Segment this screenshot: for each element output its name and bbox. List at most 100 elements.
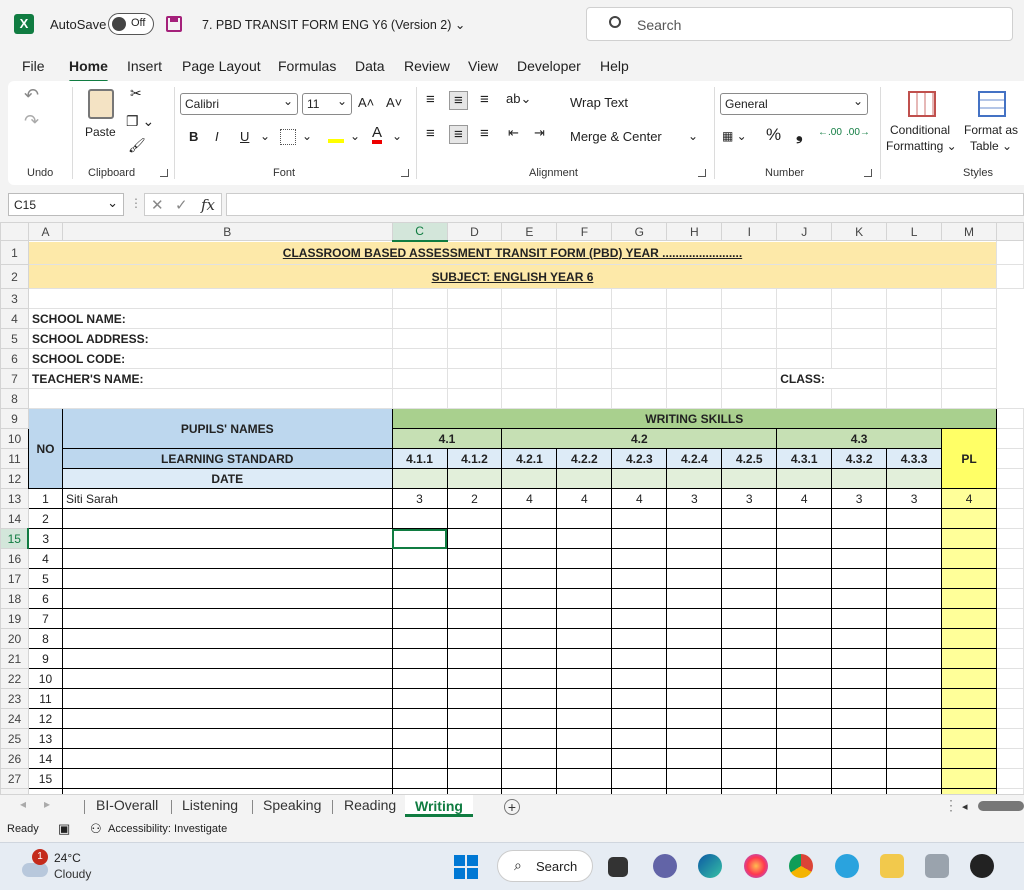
no-header[interactable]: NO <box>27 408 63 489</box>
score-cell[interactable] <box>776 548 833 569</box>
score-cell[interactable] <box>556 548 613 569</box>
pupil-name[interactable] <box>61 668 393 689</box>
score-cell[interactable] <box>391 628 448 649</box>
score-cell[interactable] <box>501 748 558 769</box>
pupil-no[interactable]: 11 <box>27 688 63 709</box>
accounting-format-icon[interactable]: ▦ ⌄ <box>722 129 747 143</box>
accessibility-icon[interactable]: ⚇ <box>90 821 102 837</box>
align-top-icon[interactable]: ≡ <box>426 91 435 108</box>
score-cell[interactable] <box>391 688 448 709</box>
format-as-table-icon[interactable] <box>978 91 1006 117</box>
teams-icon[interactable] <box>653 854 677 878</box>
score-cell[interactable] <box>611 708 668 729</box>
menu-help[interactable]: Help <box>600 58 629 74</box>
score-cell[interactable] <box>721 588 778 609</box>
col-header-c[interactable]: C <box>391 222 448 242</box>
school-name-label[interactable]: SCHOOL NAME: <box>27 308 393 329</box>
score-cell[interactable] <box>886 568 943 589</box>
standard-header[interactable]: 4.3.1 <box>776 448 833 469</box>
score-cell[interactable] <box>666 568 723 589</box>
tab-bi-overall[interactable]: BI-Overall <box>96 797 158 813</box>
score-cell[interactable] <box>391 548 448 569</box>
pupils-names-header[interactable]: PUPILS' NAMES <box>61 408 393 449</box>
score-cell[interactable] <box>721 508 778 529</box>
borders-dropdown-icon[interactable]: ⌄ <box>302 129 312 143</box>
copy-icon[interactable]: ❐ ⌄ <box>126 113 154 130</box>
col-header-m[interactable]: M <box>941 222 997 241</box>
pl-cell[interactable] <box>941 768 997 789</box>
tab-listening[interactable]: Listening <box>182 797 238 813</box>
score-cell[interactable] <box>886 748 943 769</box>
date-cell[interactable] <box>886 468 943 489</box>
pupil-name[interactable] <box>61 748 393 769</box>
format-as-table-label-1[interactable]: Format as <box>964 123 1018 137</box>
score-cell[interactable] <box>391 748 448 769</box>
score-cell[interactable] <box>886 728 943 749</box>
score-cell[interactable] <box>611 728 668 749</box>
menu-developer[interactable]: Developer <box>517 58 581 74</box>
score-cell[interactable] <box>391 588 448 609</box>
standard-header[interactable]: 4.2.3 <box>611 448 668 469</box>
score-cell[interactable] <box>721 768 778 789</box>
score-cell[interactable]: 3 <box>886 488 943 509</box>
score-cell[interactable] <box>721 648 778 669</box>
score-cell[interactable] <box>666 628 723 649</box>
standard-header[interactable]: 4.2.5 <box>721 448 778 469</box>
pupil-no[interactable]: 10 <box>27 668 63 689</box>
score-cell[interactable] <box>501 568 558 589</box>
score-cell[interactable]: 4 <box>556 488 613 509</box>
merge-dropdown-icon[interactable]: ⌄ <box>688 129 698 143</box>
merge-center-button[interactable]: Merge & Center <box>570 129 662 144</box>
font-grow-icon[interactable]: A˄ <box>358 95 374 110</box>
orientation-icon[interactable]: ab⌄ <box>506 91 531 107</box>
date-cell[interactable] <box>446 468 503 489</box>
score-cell[interactable] <box>831 508 888 529</box>
group-4-3-header[interactable]: 4.3 <box>776 428 943 449</box>
formula-input[interactable] <box>226 193 1024 216</box>
score-cell[interactable]: 3 <box>831 488 888 509</box>
font-color-dropdown-icon[interactable]: ⌄ <box>392 129 402 143</box>
score-cell[interactable] <box>776 708 833 729</box>
splitter-icon[interactable]: ⋮ <box>944 797 958 814</box>
pupil-no[interactable]: 2 <box>27 508 63 529</box>
score-cell[interactable] <box>501 728 558 749</box>
pupil-no[interactable]: 9 <box>27 648 63 669</box>
score-cell[interactable] <box>831 728 888 749</box>
paste-icon[interactable] <box>88 89 114 119</box>
underline-button[interactable]: U <box>240 129 249 144</box>
score-cell[interactable] <box>391 708 448 729</box>
score-cell[interactable] <box>611 528 668 549</box>
score-cell[interactable] <box>886 668 943 689</box>
menu-formulas[interactable]: Formulas <box>278 58 336 74</box>
score-cell[interactable] <box>886 768 943 789</box>
pupil-name[interactable] <box>61 628 393 649</box>
score-cell[interactable] <box>446 688 503 709</box>
pupil-name[interactable]: Siti Sarah <box>61 488 393 509</box>
row-header[interactable]: 25 <box>0 728 29 749</box>
score-cell[interactable] <box>776 728 833 749</box>
align-bottom-icon[interactable]: ≡ <box>480 91 489 108</box>
score-cell[interactable] <box>831 588 888 609</box>
pl-cell[interactable] <box>941 728 997 749</box>
fill-dropdown-icon[interactable]: ⌄ <box>350 129 360 143</box>
col-header-a[interactable]: A <box>27 222 63 241</box>
align-middle-icon[interactable]: ≡ <box>449 91 468 110</box>
menu-review[interactable]: Review <box>404 58 450 74</box>
score-cell[interactable] <box>556 528 613 549</box>
score-cell[interactable] <box>886 708 943 729</box>
pl-cell[interactable] <box>941 648 997 669</box>
score-cell[interactable] <box>391 648 448 669</box>
score-cell[interactable] <box>501 528 558 549</box>
score-cell[interactable] <box>446 588 503 609</box>
score-cell[interactable] <box>666 608 723 629</box>
row-header[interactable]: 21 <box>0 648 29 669</box>
edge-icon[interactable] <box>698 854 722 878</box>
score-cell[interactable] <box>446 548 503 569</box>
pupil-no[interactable]: 15 <box>27 768 63 789</box>
col-header-j[interactable]: J <box>776 222 833 241</box>
score-cell[interactable] <box>886 548 943 569</box>
pupil-name[interactable] <box>61 508 393 529</box>
row-header[interactable]: 3 <box>0 288 29 309</box>
next-sheet-icon[interactable]: ▸ <box>44 797 50 811</box>
autosave-toggle[interactable]: Off <box>108 13 154 35</box>
